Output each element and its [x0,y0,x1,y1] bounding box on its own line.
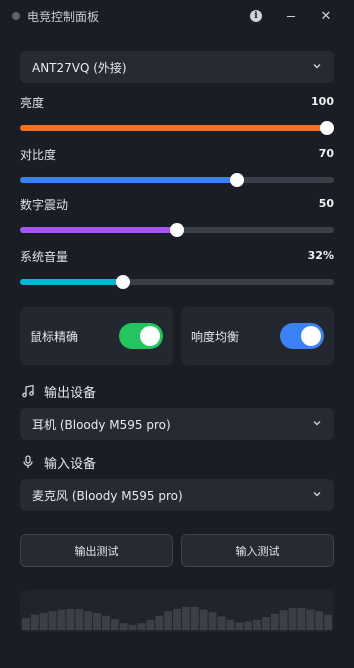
input-device-select-value: 麦克风 (Bloody M595 pro) [32,488,183,503]
visualizer-bar [30,614,39,630]
visualizer-bar [226,619,235,630]
input-device-select[interactable]: 麦克风 (Bloody M595 pro) [20,479,334,511]
visualizer-bar [253,619,261,630]
visualizer-bar [217,616,226,630]
minimize-icon [287,15,295,17]
app-status-dot-icon [12,12,20,20]
contrast-label: 对比度 [20,148,57,162]
chevron-down-icon [313,62,321,70]
contrast-slider[interactable] [20,173,334,187]
contrast-slider-fill [20,177,237,183]
toggle-knob [140,326,160,346]
audio-visualizer-bars [22,606,332,630]
visualizer-bar [199,609,208,630]
info-icon: i [250,10,262,22]
mouse-precision-label: 鼠标精确 [30,330,79,344]
visualizer-bar [137,623,146,630]
visualizer-bar [244,621,253,630]
visualizer-bar [22,618,30,630]
visualizer-bar [146,619,155,630]
visualizer-bar [57,609,66,630]
visualizer-bar [306,609,315,630]
brightness-label: 亮度 [20,96,45,110]
microphone-icon [20,454,36,470]
visualizer-bar [75,608,84,630]
visualizer-bar [261,617,270,630]
mouse-precision-toggle[interactable] [119,323,163,349]
visualizer-bar [128,624,137,630]
digital-vibrance-slider-thumb[interactable] [170,223,184,237]
visualizer-bar [48,611,57,630]
input-test-button[interactable]: 输入测试 [181,534,334,567]
title-bar: 电竞控制面板 i ✕ [0,0,354,32]
visualizer-bar [66,608,75,630]
digital-vibrance-label: 数字震动 [20,198,69,212]
toggle-knob [301,326,321,346]
visualizer-bar [324,614,332,630]
audio-visualizer [20,590,334,632]
visualizer-bar [39,613,48,630]
visualizer-bar [173,608,181,630]
loudness-equalization-label: 响度均衡 [191,330,240,344]
brightness-slider[interactable] [20,121,334,135]
system-volume-slider[interactable] [20,275,334,289]
brightness-slider-fill [20,125,327,131]
output-device-select-value: 耳机 (Bloody M595 pro) [32,417,171,432]
monitor-select[interactable]: ANT27VQ (外接) [20,51,334,83]
minimize-button[interactable] [281,6,301,26]
system-volume-slider-thumb[interactable] [116,275,130,289]
loudness-equalization-toggle[interactable] [280,323,324,349]
visualizer-bar [110,619,119,630]
output-device-select[interactable]: 耳机 (Bloody M595 pro) [20,408,334,440]
visualizer-bar [235,622,244,630]
visualizer-bar [101,615,110,630]
contrast-value: 70 [318,147,334,160]
visualizer-bar [315,611,324,630]
output-device-heading: 输出设备 [20,381,96,401]
visualizer-bar [270,613,279,630]
output-device-heading-label: 输出设备 [44,385,97,401]
system-volume-slider-fill [20,279,123,285]
chevron-down-icon [313,490,321,498]
mouse-precision-card: 鼠标精确 [20,307,173,365]
visualizer-bar [279,610,288,630]
brightness-value: 100 [311,95,334,108]
visualizer-bar [297,607,306,630]
contrast-slider-thumb[interactable] [230,173,244,187]
monitor-select-value: ANT27VQ (外接) [32,60,127,75]
brightness-slider-thumb[interactable] [320,121,334,135]
input-device-heading-label: 输入设备 [44,456,97,472]
digital-vibrance-slider-fill [20,227,177,233]
visualizer-bar [288,607,297,630]
chevron-down-icon [313,419,321,427]
visualizer-bar [119,623,128,630]
output-test-button[interactable]: 输出测试 [20,534,173,567]
visualizer-bar [84,611,93,630]
close-button[interactable]: ✕ [316,6,336,26]
loudness-equalization-card: 响度均衡 [181,307,334,365]
visualizer-bar [181,606,190,630]
visualizer-bar [155,615,164,630]
digital-vibrance-slider[interactable] [20,223,334,237]
music-note-icon [20,383,36,399]
system-volume-label: 系统音量 [20,250,69,264]
close-icon: ✕ [320,8,332,24]
window-title: 电竞控制面板 [27,10,100,24]
visualizer-bar [164,611,173,630]
input-device-heading: 输入设备 [20,452,96,472]
visualizer-bar [208,612,217,630]
digital-vibrance-value: 50 [318,197,334,210]
system-volume-value: 32% [307,249,334,262]
info-button[interactable]: i [246,6,266,26]
visualizer-bar [93,613,101,630]
visualizer-bar [190,606,199,630]
